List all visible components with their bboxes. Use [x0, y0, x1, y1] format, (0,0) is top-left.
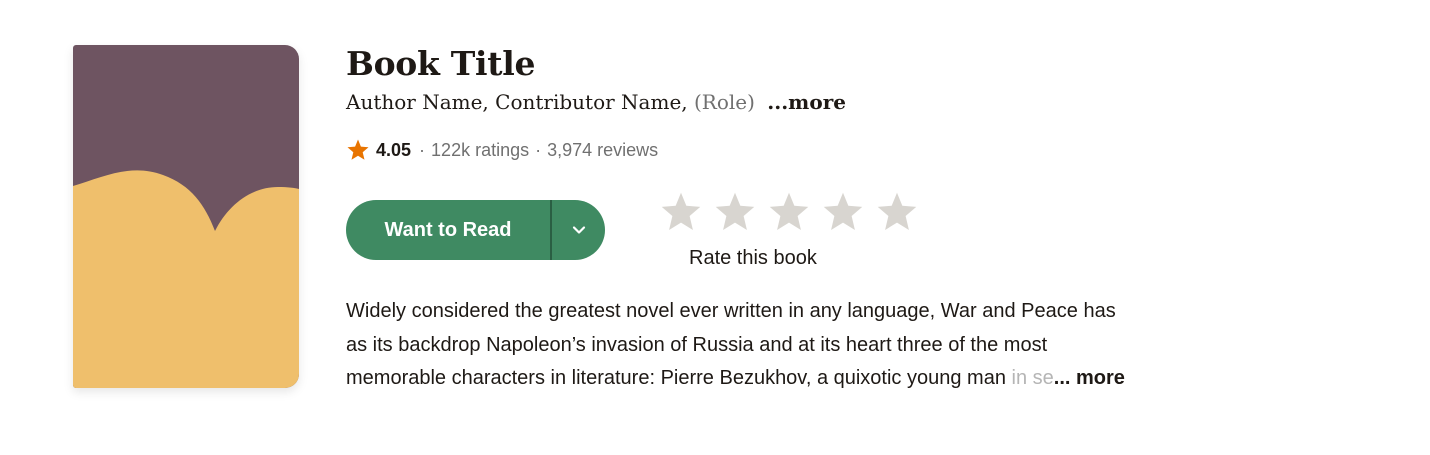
- contributor-name-link[interactable]: Contributor Name,: [495, 90, 687, 114]
- description-line-1: Widely considered the greatest novel eve…: [346, 300, 1116, 322]
- description-more-button[interactable]: ... more: [1054, 367, 1125, 389]
- rate-star-2[interactable]: [713, 190, 757, 234]
- empty-star-icon: [769, 192, 809, 230]
- contributor-role: (Role): [694, 90, 755, 114]
- description-line-3: memorable characters in literature: Pier…: [346, 362, 1266, 396]
- author-list: Author Name, Contributor Name, (Role) ..…: [346, 88, 846, 116]
- rate-star-1[interactable]: [659, 190, 703, 234]
- book-title: Book Title: [346, 44, 536, 83]
- rate-stars: [659, 190, 929, 234]
- empty-star-icon: [715, 192, 755, 230]
- rate-star-5[interactable]: [875, 190, 919, 234]
- want-to-read-button[interactable]: Want to Read: [346, 200, 550, 260]
- empty-star-icon: [877, 192, 917, 230]
- star-icon: [347, 139, 369, 160]
- book-cover[interactable]: [73, 45, 299, 388]
- rate-star-4[interactable]: [821, 190, 865, 234]
- reviews-count[interactable]: 3,974 reviews: [547, 140, 658, 161]
- description-faded-text: in se: [1005, 367, 1054, 389]
- authors-more-link[interactable]: ...more: [767, 90, 846, 114]
- average-rating: 4.05: [376, 139, 412, 160]
- shelf-dropdown-button[interactable]: [552, 200, 605, 260]
- cover-image: [73, 45, 299, 388]
- author-name-link[interactable]: Author Name,: [346, 90, 489, 114]
- empty-star-icon: [661, 192, 701, 230]
- rating-summary: 4.05 · 122k ratings · 3,974 reviews: [346, 137, 658, 163]
- rate-this-book-label: Rate this book: [689, 247, 817, 269]
- rate-star-3[interactable]: [767, 190, 811, 234]
- rating-separator: ·: [419, 139, 426, 160]
- chevron-down-icon: [572, 226, 585, 234]
- empty-star-icon: [823, 192, 863, 230]
- want-to-read-button-group: Want to Read: [346, 200, 605, 260]
- rating-separator: ·: [535, 139, 542, 160]
- description-line-2: as its backdrop Napoleon’s invasion of R…: [346, 333, 1048, 356]
- description-line-3-text: memorable characters in literature: Pier…: [346, 367, 1006, 389]
- book-description: Widely considered the greatest novel eve…: [346, 295, 1266, 396]
- ratings-count[interactable]: 122k ratings: [431, 140, 529, 161]
